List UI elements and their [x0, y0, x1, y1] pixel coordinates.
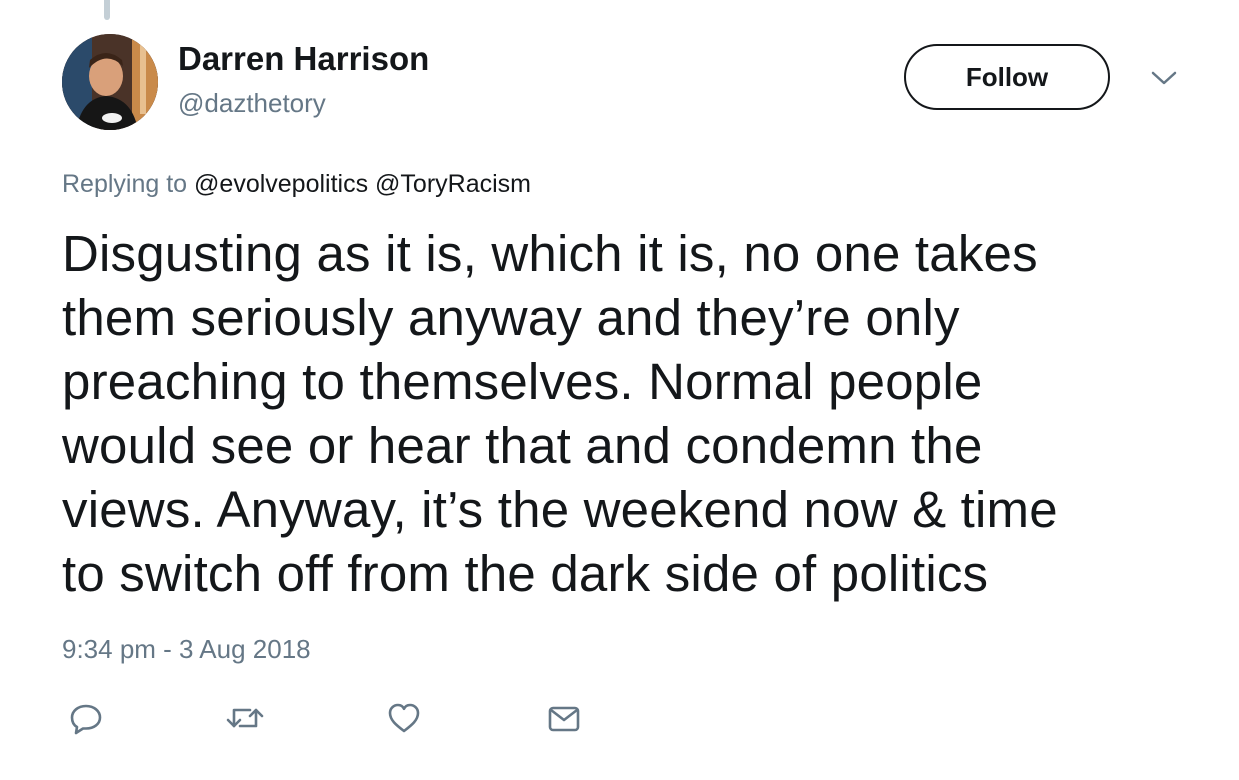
chevron-down-icon[interactable]	[1150, 68, 1178, 88]
tweet-text-line: would see or hear that and condemn the	[62, 417, 983, 474]
tweet-text-line: to switch off from the dark side of poli…	[62, 545, 989, 602]
timestamp[interactable]: 9:34 pm - 3 Aug 2018	[62, 634, 311, 665]
mention-link[interactable]: @evolvepolitics	[194, 170, 368, 198]
username-handle[interactable]: @dazthetory	[178, 88, 326, 119]
reply-icon[interactable]	[68, 700, 104, 736]
direct-message-icon[interactable]	[546, 700, 582, 736]
tweet-text-line: them seriously anyway and they’re only	[62, 289, 960, 346]
follow-button[interactable]: Follow	[904, 44, 1110, 110]
mention-link[interactable]: @ToryRacism	[375, 170, 531, 198]
tweet-text-line: views. Anyway, it’s the weekend now & ti…	[62, 481, 1058, 538]
retweet-icon[interactable]	[224, 700, 266, 736]
display-name[interactable]: Darren Harrison	[178, 40, 429, 78]
thread-connector-line	[104, 0, 110, 20]
tweet-text-line: preaching to themselves. Normal people	[62, 353, 983, 410]
tweet-text-line: Disgusting as it is, which it is, no one…	[62, 225, 1038, 282]
avatar[interactable]	[62, 34, 158, 130]
like-icon[interactable]	[386, 700, 422, 736]
reply-prefix: Replying to	[62, 170, 188, 198]
reply-context: Replying to @evolvepolitics @ToryRacism	[62, 170, 531, 199]
tweet-text: Disgusting as it is, which it is, no one…	[62, 222, 1192, 606]
